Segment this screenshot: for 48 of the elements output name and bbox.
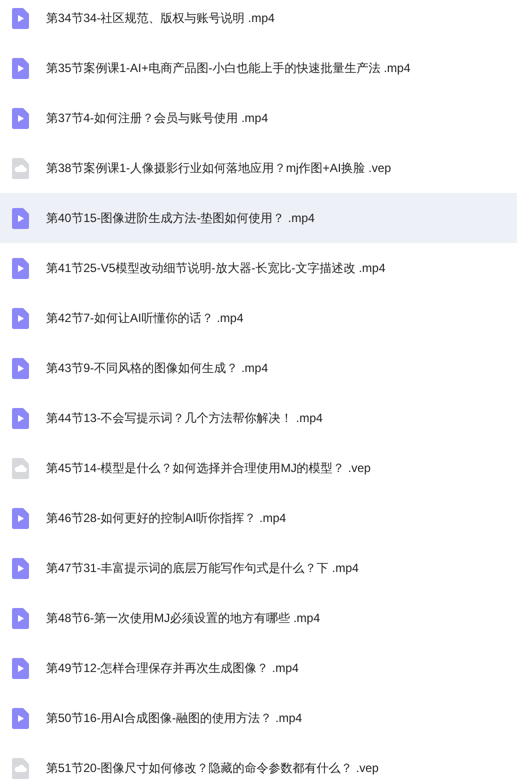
file-name: 第46节28-如何更好的控制AI听你指挥？ .mp4 [46, 510, 286, 526]
video-file-icon [11, 8, 30, 28]
file-name: 第34节34-社区规范、版权与账号说明 .mp4 [46, 10, 275, 26]
file-row[interactable]: 第34节34-社区规范、版权与账号说明 .mp4 [0, 0, 517, 43]
file-name: 第45节14-模型是什么？如何选择并合理使用MJ的模型？ .vep [46, 460, 371, 476]
file-name: 第41节25-V5模型改动细节说明-放大器-长宽比-文字描述改 .mp4 [46, 260, 386, 276]
file-row[interactable]: 第46节28-如何更好的控制AI听你指挥？ .mp4 [0, 493, 517, 543]
video-file-icon [11, 258, 30, 278]
video-file-icon [11, 708, 30, 728]
file-name: 第49节12-怎样合理保存并再次生成图像？ .mp4 [46, 660, 299, 676]
video-file-icon [11, 358, 30, 378]
cloud-file-icon [11, 458, 30, 478]
file-row[interactable]: 第40节15-图像进阶生成方法-垫图如何使用？ .mp4 [0, 193, 517, 243]
file-row[interactable]: 第38节案例课1-人像摄影行业如何落地应用？mj作图+AI换脸 .vep [0, 143, 517, 193]
file-row[interactable]: 第43节9-不同风格的图像如何生成？ .mp4 [0, 343, 517, 393]
file-row[interactable]: 第44节13-不会写提示词？几个方法帮你解决！ .mp4 [0, 393, 517, 443]
file-row[interactable]: 第41节25-V5模型改动细节说明-放大器-长宽比-文字描述改 .mp4 [0, 243, 517, 293]
file-name: 第50节16-用AI合成图像-融图的使用方法？ .mp4 [46, 710, 302, 726]
file-row[interactable]: 第48节6-第一次使用MJ必须设置的地方有哪些 .mp4 [0, 593, 517, 643]
file-name: 第44节13-不会写提示词？几个方法帮你解决！ .mp4 [46, 410, 323, 426]
video-file-icon [11, 58, 30, 78]
file-name: 第40节15-图像进阶生成方法-垫图如何使用？ .mp4 [46, 210, 315, 226]
file-name: 第47节31-丰富提示词的底层万能写作句式是什么？下 .mp4 [46, 560, 359, 576]
video-file-icon [11, 108, 30, 128]
video-file-icon [11, 308, 30, 328]
video-file-icon [11, 658, 30, 678]
file-name: 第38节案例课1-人像摄影行业如何落地应用？mj作图+AI换脸 .vep [46, 160, 392, 176]
file-name: 第37节4-如何注册？会员与账号使用 .mp4 [46, 110, 268, 126]
file-name: 第35节案例课1-AI+电商产品图-小白也能上手的快速批量生产法 .mp4 [46, 60, 410, 76]
file-row[interactable]: 第45节14-模型是什么？如何选择并合理使用MJ的模型？ .vep [0, 443, 517, 493]
video-file-icon [11, 408, 30, 428]
file-row[interactable]: 第42节7-如何让AI听懂你的话？ .mp4 [0, 293, 517, 343]
file-row[interactable]: 第47节31-丰富提示词的底层万能写作句式是什么？下 .mp4 [0, 543, 517, 593]
file-name: 第51节20-图像尺寸如何修改？隐藏的命令参数都有什么？ .vep [46, 760, 379, 776]
file-row[interactable]: 第50节16-用AI合成图像-融图的使用方法？ .mp4 [0, 693, 517, 743]
file-row[interactable]: 第35节案例课1-AI+电商产品图-小白也能上手的快速批量生产法 .mp4 [0, 43, 517, 93]
cloud-file-icon [11, 758, 30, 778]
file-name: 第43节9-不同风格的图像如何生成？ .mp4 [46, 360, 268, 376]
video-file-icon [11, 608, 30, 628]
video-file-icon [11, 508, 30, 528]
file-row[interactable]: 第37节4-如何注册？会员与账号使用 .mp4 [0, 93, 517, 143]
video-file-icon [11, 208, 30, 228]
file-row[interactable]: 第49节12-怎样合理保存并再次生成图像？ .mp4 [0, 643, 517, 693]
video-file-icon [11, 558, 30, 578]
cloud-file-icon [11, 158, 30, 178]
file-name: 第42节7-如何让AI听懂你的话？ .mp4 [46, 310, 244, 326]
file-name: 第48节6-第一次使用MJ必须设置的地方有哪些 .mp4 [46, 610, 320, 626]
file-row[interactable]: 第51节20-图像尺寸如何修改？隐藏的命令参数都有什么？ .vep [0, 743, 517, 781]
